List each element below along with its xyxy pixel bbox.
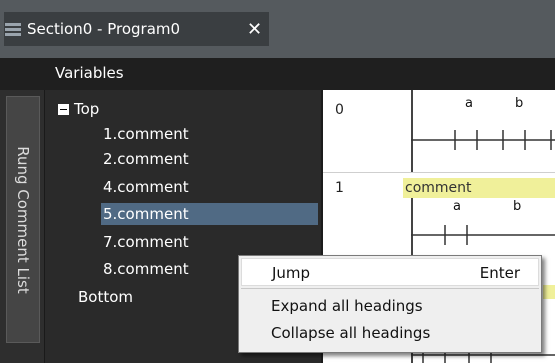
contact-label: a [453,199,461,214]
rung-comment-list-label: Rung Comment List [14,145,32,294]
tree-item-comment[interactable]: 8.comment [103,258,189,280]
context-menu: Jump Enter Expand all headings Collapse … [238,255,542,353]
tree-item-comment[interactable]: 7.comment [103,231,189,253]
rung1-contacts[interactable] [411,215,555,245]
menu-item-expand-all-headings[interactable]: Expand all headings [241,292,539,320]
rung-number: 1 [335,180,344,196]
menu-separator [241,288,539,289]
menu-item-label: Expand all headings [271,297,423,315]
program-icon [5,23,21,36]
rung-comment[interactable]: comment [403,178,555,198]
tree-item-comment[interactable]: 1.comment [103,123,189,145]
menu-item-label: Jump [272,264,311,282]
tree-item-label: Top [74,100,100,118]
tree-item-comment-selected[interactable]: 5.comment [101,203,318,225]
contact-label: b [513,199,522,214]
tab-title: Section0 - Program0 [27,20,181,38]
variables-bar[interactable]: Variables [0,58,555,91]
contact-label: b [515,96,524,111]
rung-separator [323,172,555,173]
tree-item-bottom[interactable]: Bottom [78,286,133,308]
rung0-contacts[interactable] [411,120,555,150]
side-tab-strip: Rung Comment List [0,90,45,363]
rung-comment-list-tab[interactable]: Rung Comment List [6,96,40,343]
rung-number: 0 [335,102,344,118]
contact-label: a [465,96,473,111]
close-icon[interactable]: ✕ [247,19,262,40]
collapse-icon[interactable] [58,104,69,115]
tab-section0-program0[interactable]: Section0 - Program0 ✕ [4,12,269,46]
variables-label: Variables [55,64,124,82]
menu-item-label: Collapse all headings [271,324,431,342]
menu-item-collapse-all-headings[interactable]: Collapse all headings [241,319,539,347]
comment-highlight-fragment [543,285,555,299]
tree-item-top[interactable]: Top [58,98,99,120]
title-bar: Section0 - Program0 ✕ [0,0,555,58]
menu-item-shortcut: Enter [479,264,520,282]
menu-item-jump[interactable]: Jump Enter [241,258,539,286]
tree-item-comment[interactable]: 4.comment [103,176,189,198]
tree-item-comment[interactable]: 2.comment [103,148,189,170]
